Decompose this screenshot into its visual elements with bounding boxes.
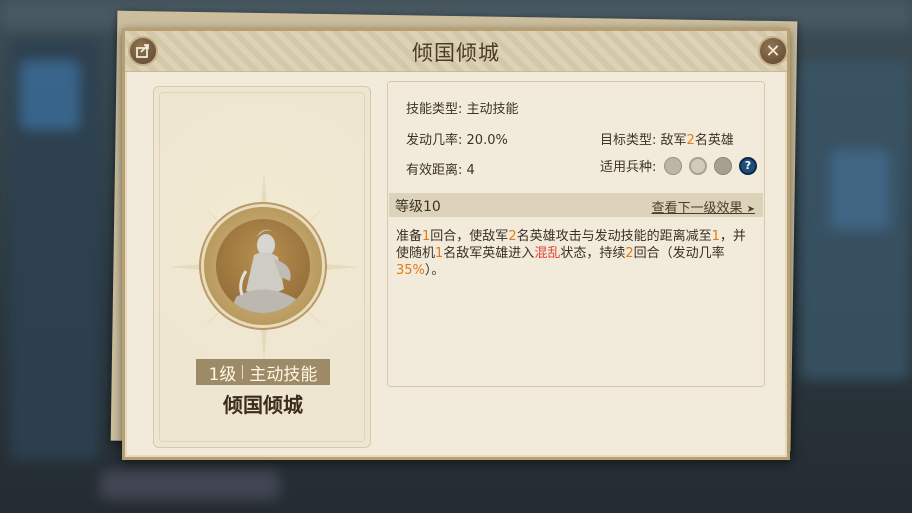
effective-range-value: 4 [466, 163, 475, 178]
target-count: 2 [686, 133, 695, 148]
skill-info-card: 技能类型: 主动技能 发动几率: 20.0% 目标类型: 敌军2名英雄 有效距离… [387, 81, 765, 387]
skill-portrait-frame [204, 207, 322, 325]
target-type-row: 目标类型: 敌军2名英雄 [600, 129, 734, 148]
target-icon [688, 156, 707, 175]
activation-rate-value: 20.0% [466, 133, 508, 148]
skill-type-value: 主动技能 [466, 102, 519, 117]
activation-rate-row: 发动几率: 20.0% [406, 129, 508, 148]
background-left-button [20, 60, 80, 130]
next-level-effect-text: 查看下一级效果 [651, 201, 743, 216]
skill-level-tag: 1级 主动技能 [196, 359, 330, 385]
skill-category: 主动技能 [249, 364, 318, 385]
share-icon [136, 44, 149, 58]
close-button[interactable]: ✕ [758, 36, 788, 66]
skill-type-row: 技能类型: 主动技能 [406, 98, 519, 117]
target-type-prefix: 敌军 [660, 133, 687, 148]
target-type-label: 目标类型: [600, 133, 657, 148]
share-button[interactable] [128, 36, 158, 66]
dialog-title: 倾国倾城 [412, 41, 500, 65]
effective-range-label: 有效距离: [406, 163, 463, 178]
next-level-effect-link[interactable]: 查看下一级效果 ➤ [651, 197, 755, 216]
activation-rate-label: 发动几率: [406, 133, 463, 148]
background-bottom-bar [100, 470, 280, 500]
target-type-suffix: 名英雄 [694, 133, 734, 148]
blade-icon [663, 156, 682, 175]
arrow-right-icon: ➤ [746, 204, 755, 215]
skill-level-label: 等级10 [395, 199, 441, 215]
skill-portrait-card: 1级 主动技能 倾国倾城 [153, 86, 371, 448]
skill-description: 准备1回合，使敌军2名英雄攻击与发动技能的距离减至1，并使随机1名敌军英雄进入混… [396, 229, 746, 278]
effective-range-row: 有效距离: 4 [406, 159, 475, 178]
troop-type-label: 适用兵种: [600, 160, 657, 175]
skill-name: 倾国倾城 [223, 393, 303, 417]
skill-dialog: 倾国倾城 ✕ 1级 主动技能 倾国倾城 技能类型: 主动技能 发动几率: 20.… [122, 28, 790, 460]
title-bar: 倾国倾城 ✕ [125, 31, 788, 72]
troop-type-row: 适用兵种: ? [600, 156, 757, 175]
level-divider [242, 365, 244, 379]
skill-type-label: 技能类型: [406, 102, 463, 117]
skill-portrait [216, 219, 310, 313]
skill-level-bar: 等级10 查看下一级效果 ➤ [389, 193, 763, 217]
close-icon: ✕ [765, 40, 781, 62]
background-right-button [830, 150, 890, 230]
dancer-figure-icon [230, 229, 296, 313]
skill-level: 1级 [208, 364, 237, 385]
horse-icon [713, 156, 732, 175]
help-icon[interactable]: ? [738, 156, 757, 175]
